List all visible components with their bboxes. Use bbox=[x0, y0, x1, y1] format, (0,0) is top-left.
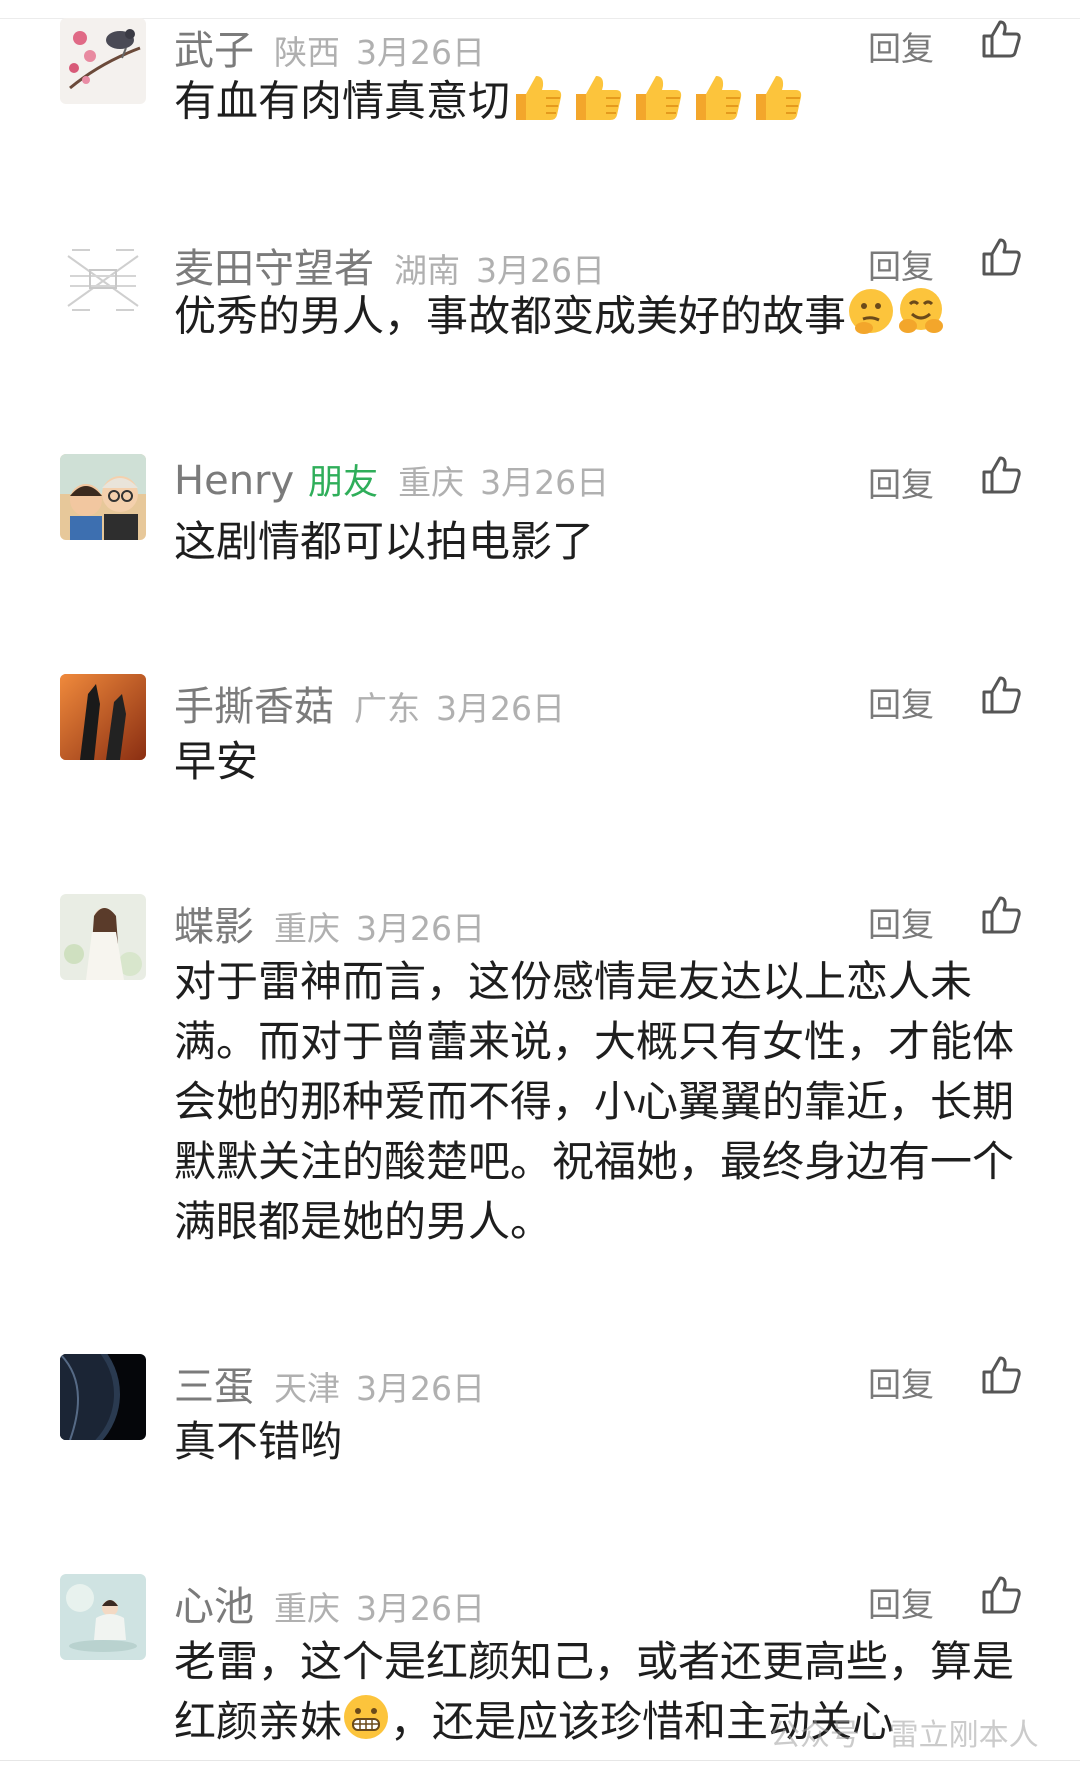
friend-badge: 朋友 bbox=[308, 463, 379, 503]
commenter-name[interactable]: 手撕香菇 bbox=[174, 674, 334, 732]
comment-text: 早安 bbox=[174, 737, 259, 786]
thumbs-up-like-icon[interactable] bbox=[980, 236, 1022, 278]
commenter-name[interactable]: 三蛋 bbox=[174, 1354, 254, 1412]
bottom-divider bbox=[0, 1760, 1080, 1761]
reply-button[interactable]: 回复 bbox=[868, 240, 934, 288]
comment-text: 真不错哟 bbox=[174, 1417, 343, 1466]
comment-text: 对于雷神而言，这份感情是友达以上恋人未满。而对于曾蕾来说，大概只有女性，才能体会… bbox=[174, 957, 1015, 1246]
thumbs-up-like-icon[interactable] bbox=[980, 894, 1022, 936]
reply-button[interactable]: 回复 bbox=[868, 678, 934, 726]
reply-button[interactable]: 回复 bbox=[868, 22, 934, 70]
avatar[interactable] bbox=[60, 674, 146, 760]
grinning-face-emoji bbox=[342, 1693, 390, 1757]
comment-date: 3月26日 bbox=[356, 1369, 485, 1408]
commenter-name[interactable]: 蝶影 bbox=[174, 894, 254, 952]
hugging-face-emoji bbox=[896, 286, 946, 352]
region-label: 重庆 bbox=[274, 909, 340, 948]
region-label: 湖南 bbox=[394, 251, 460, 290]
region-label: 广东 bbox=[354, 689, 420, 728]
comment-date: 3月26日 bbox=[476, 251, 605, 290]
comment-text-row: 优秀的男人，事故都变成美好的故事 bbox=[174, 286, 1014, 352]
thumbs-up-like-icon[interactable] bbox=[980, 18, 1022, 60]
comment-meta: Henry 朋友 重庆 3月26日 bbox=[174, 454, 609, 504]
reply-button[interactable]: 回复 bbox=[868, 458, 934, 506]
thumbs-up-like-icon[interactable] bbox=[980, 674, 1022, 716]
thumbs-up-emoji-row bbox=[510, 68, 810, 140]
comment-meta: 三蛋 天津 3月26日 bbox=[174, 1354, 485, 1410]
comment-date: 3月26日 bbox=[356, 33, 485, 72]
comment-meta: 蝶影 重庆 3月26日 bbox=[174, 894, 485, 950]
region-label: 陕西 bbox=[274, 33, 340, 72]
reply-button[interactable]: 回复 bbox=[868, 1578, 934, 1626]
commenter-name[interactable]: 心池 bbox=[174, 1574, 254, 1632]
comment-meta: 麦田守望者 湖南 3月26日 bbox=[174, 236, 605, 292]
comment-text: 这剧情都可以拍电影了 bbox=[174, 517, 595, 566]
reply-button[interactable]: 回复 bbox=[868, 898, 934, 946]
avatar[interactable] bbox=[60, 1574, 146, 1660]
thumbs-up-like-icon[interactable] bbox=[980, 454, 1022, 496]
comment-meta: 武子 陕西 3月26日 bbox=[174, 18, 485, 74]
avatar[interactable] bbox=[60, 1354, 146, 1440]
comment-date: 3月26日 bbox=[436, 689, 565, 728]
watermark: 公众号 · 雷立刚本人 bbox=[770, 1718, 1039, 1753]
comment-date: 3月26日 bbox=[480, 463, 610, 502]
comment-date: 3月26日 bbox=[356, 1589, 485, 1628]
region-label: 天津 bbox=[274, 1369, 340, 1408]
commenter-name[interactable]: Henry bbox=[174, 458, 294, 504]
comment-meta: 手撕香菇 广东 3月26日 bbox=[174, 674, 565, 730]
region-label: 重庆 bbox=[274, 1589, 340, 1628]
thumbs-up-like-icon[interactable] bbox=[980, 1354, 1022, 1396]
avatar[interactable] bbox=[60, 18, 146, 104]
thinking-face-emoji bbox=[846, 286, 896, 352]
comment-text: 优秀的男人，事故都变成美好的故事 bbox=[174, 291, 847, 341]
avatar[interactable] bbox=[60, 454, 146, 540]
comment-date: 3月26日 bbox=[356, 909, 485, 948]
reply-button[interactable]: 回复 bbox=[868, 1358, 934, 1406]
comment-meta: 心池 重庆 3月26日 bbox=[174, 1574, 485, 1630]
avatar[interactable] bbox=[60, 236, 146, 322]
comment-text-row: 有血有肉情真意切 bbox=[174, 68, 1014, 140]
avatar[interactable] bbox=[60, 894, 146, 980]
thumbs-up-like-icon[interactable] bbox=[980, 1574, 1022, 1616]
region-label: 重庆 bbox=[398, 463, 465, 502]
comment-text: 有血有肉情真意切 bbox=[174, 76, 511, 126]
top-divider bbox=[0, 18, 1080, 19]
